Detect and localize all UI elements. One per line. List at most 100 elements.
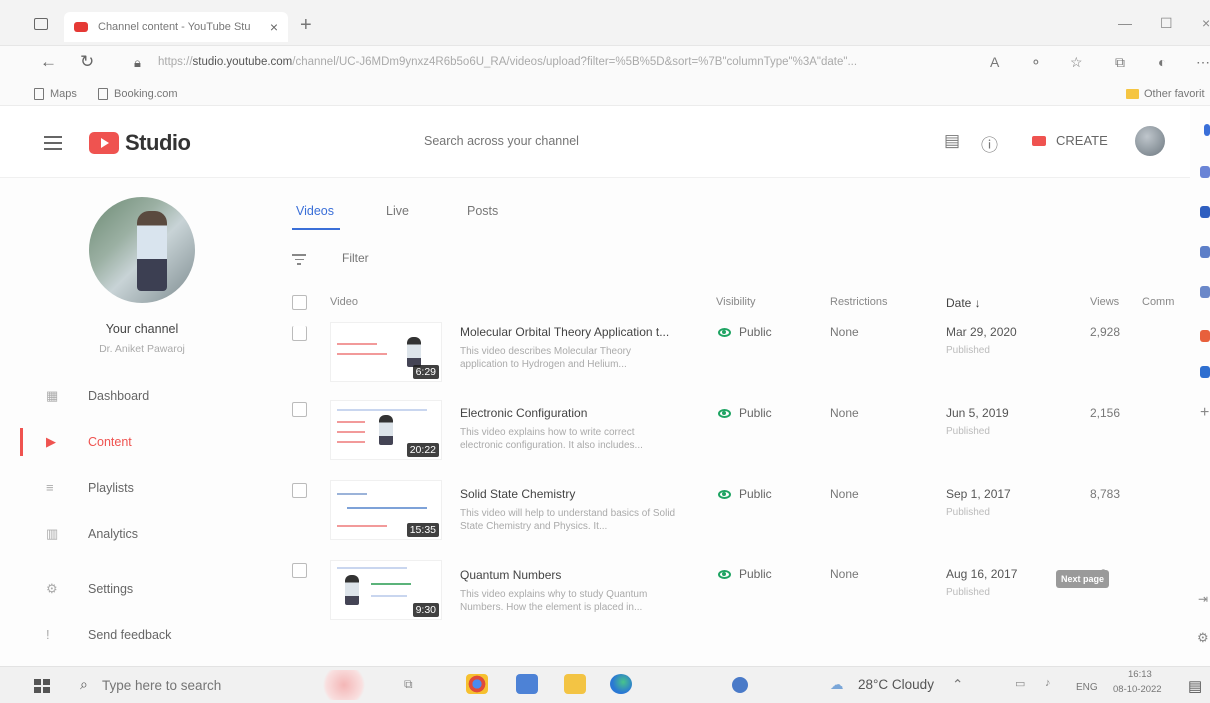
visibility-cell[interactable]: Public bbox=[718, 567, 772, 581]
sidebar-item-dashboard[interactable]: ▦ Dashboard bbox=[20, 382, 260, 410]
url-input[interactable]: https://studio.youtube.com/channel/UC-J6… bbox=[158, 56, 978, 68]
weather-text[interactable]: 28°C Cloudy bbox=[858, 677, 934, 692]
bookmark-other-favorites[interactable]: Other favorit bbox=[1126, 88, 1205, 100]
news-widget-icon[interactable] bbox=[318, 670, 370, 700]
maximize-icon[interactable]: ☐ bbox=[1160, 15, 1173, 32]
extension-icon[interactable]: ⚬ bbox=[1030, 54, 1042, 71]
video-title[interactable]: Molecular Orbital Theory Application t..… bbox=[460, 325, 700, 339]
create-button[interactable]: CREATE bbox=[1032, 133, 1108, 148]
video-duration: 9:30 bbox=[412, 603, 439, 617]
column-date[interactable]: Date ↓ bbox=[946, 296, 981, 310]
task-view-icon[interactable]: ⧉ bbox=[404, 677, 413, 692]
column-restrictions[interactable]: Restrictions bbox=[830, 296, 887, 308]
language-indicator[interactable]: ENG bbox=[1076, 682, 1098, 693]
help-icon[interactable]: ⓘ bbox=[981, 131, 998, 156]
sidebar-item-playlists[interactable]: ≡ Playlists bbox=[20, 474, 260, 502]
channel-avatar[interactable] bbox=[89, 197, 195, 303]
column-visibility[interactable]: Visibility bbox=[716, 296, 756, 308]
video-title[interactable]: Quantum Numbers bbox=[460, 568, 700, 582]
read-aloud-icon[interactable]: A bbox=[990, 54, 999, 70]
weather-icon[interactable]: ☁ bbox=[830, 677, 844, 693]
bookmark-booking[interactable]: Booking.com bbox=[98, 88, 178, 100]
browser-tab[interactable]: Channel content - YouTube Stu × bbox=[64, 12, 288, 42]
views-cell: 2,156 bbox=[1090, 406, 1121, 420]
analytics-icon: ▥ bbox=[46, 526, 59, 541]
restrictions-cell: None bbox=[830, 325, 859, 339]
hide-sidebar-icon[interactable]: ⇥ bbox=[1198, 592, 1208, 606]
profile-icon[interactable]: ◐ bbox=[1158, 54, 1166, 70]
office-icon[interactable] bbox=[1200, 330, 1210, 342]
visibility-cell[interactable]: Public bbox=[718, 487, 772, 501]
search-input[interactable] bbox=[424, 134, 904, 148]
more-icon[interactable]: ⋯ bbox=[1196, 54, 1210, 71]
dashboard-icon: ▦ bbox=[46, 388, 59, 403]
video-thumbnail[interactable]: 6:29 bbox=[330, 322, 442, 382]
column-comments[interactable]: Comm bbox=[1142, 296, 1174, 308]
people-icon[interactable] bbox=[1200, 286, 1210, 298]
collections-icon[interactable]: ⧉ bbox=[1115, 54, 1125, 71]
column-views[interactable]: Views bbox=[1090, 296, 1119, 308]
refresh-icon[interactable]: ↻ bbox=[80, 52, 94, 72]
network-icon[interactable]: ▭ bbox=[1015, 677, 1025, 690]
filter-icon[interactable] bbox=[292, 254, 306, 268]
favorites-icon[interactable]: ☆ bbox=[1070, 54, 1083, 71]
help-app-icon[interactable] bbox=[732, 677, 748, 693]
video-camera-icon bbox=[1032, 135, 1046, 146]
menu-icon[interactable] bbox=[44, 136, 62, 154]
games-icon[interactable] bbox=[1200, 246, 1210, 258]
video-thumbnail[interactable]: 15:35 bbox=[330, 480, 442, 540]
visibility-cell[interactable]: Public bbox=[718, 406, 772, 420]
file-explorer-icon[interactable] bbox=[564, 674, 586, 694]
video-thumbnail[interactable]: 9:30 bbox=[330, 560, 442, 620]
taskbar-search-input[interactable] bbox=[102, 678, 279, 693]
sidebar-item-analytics[interactable]: ▥ Analytics bbox=[20, 520, 260, 548]
date-status: Published bbox=[946, 507, 990, 518]
select-all-checkbox[interactable] bbox=[292, 295, 307, 310]
edge-icon[interactable] bbox=[610, 674, 632, 694]
messages-icon[interactable]: ▤ bbox=[944, 131, 960, 151]
row-checkbox[interactable] bbox=[292, 563, 307, 578]
tab-actions-icon[interactable] bbox=[34, 18, 48, 30]
shopping-icon[interactable] bbox=[1200, 166, 1210, 178]
column-video[interactable]: Video bbox=[330, 296, 358, 308]
video-thumbnail[interactable]: 20:22 bbox=[330, 400, 442, 460]
youtube-logo-icon[interactable] bbox=[89, 132, 119, 154]
tab-posts[interactable]: Posts bbox=[467, 204, 498, 218]
video-title[interactable]: Electronic Configuration bbox=[460, 406, 700, 420]
minimize-icon[interactable]: — bbox=[1118, 15, 1132, 31]
chevron-up-icon[interactable]: ⌃ bbox=[952, 677, 963, 693]
studio-logo-text[interactable]: Studio bbox=[125, 130, 191, 156]
search-sidebar-icon[interactable] bbox=[1204, 124, 1210, 136]
row-checkbox[interactable] bbox=[292, 402, 307, 417]
row-checkbox[interactable] bbox=[292, 326, 307, 341]
sidebar-item-content[interactable]: ▶ Content bbox=[20, 428, 260, 456]
mail-icon[interactable] bbox=[516, 674, 538, 694]
volume-icon[interactable]: ♪ bbox=[1045, 677, 1051, 689]
account-avatar[interactable] bbox=[1135, 126, 1165, 156]
sidebar-item-send-feedback[interactable]: ! Send feedback bbox=[20, 621, 260, 649]
next-page-tooltip: Next page bbox=[1056, 570, 1110, 588]
sidebar-item-settings[interactable]: ⚙ Settings bbox=[20, 575, 260, 603]
notifications-icon[interactable]: ▤ bbox=[1188, 677, 1202, 695]
video-title[interactable]: Solid State Chemistry bbox=[460, 487, 700, 501]
back-icon[interactable]: ← bbox=[40, 52, 57, 72]
row-checkbox[interactable] bbox=[292, 483, 307, 498]
tab-live[interactable]: Live bbox=[386, 204, 409, 218]
tab-close-icon[interactable]: × bbox=[270, 19, 278, 35]
new-tab-icon[interactable]: + bbox=[300, 14, 312, 37]
views-cell: 2,928 bbox=[1090, 325, 1121, 339]
close-window-icon[interactable]: × bbox=[1202, 15, 1210, 31]
bookmark-maps[interactable]: Maps bbox=[34, 88, 77, 100]
chrome-icon[interactable] bbox=[466, 674, 488, 694]
sidebar-settings-icon[interactable]: ⚙ bbox=[1197, 630, 1209, 646]
clock-date[interactable]: 08-10-2022 bbox=[1113, 684, 1162, 695]
outlook-icon[interactable] bbox=[1200, 366, 1210, 378]
lock-icon[interactable]: 🔒︎ bbox=[134, 55, 141, 71]
windows-start-icon[interactable] bbox=[34, 679, 50, 693]
tab-videos[interactable]: Videos bbox=[296, 204, 334, 218]
clock-time[interactable]: 16:13 bbox=[1128, 669, 1152, 680]
visibility-cell[interactable]: Public bbox=[718, 325, 772, 339]
filter-input[interactable] bbox=[342, 251, 497, 265]
tools-icon[interactable] bbox=[1200, 206, 1210, 218]
add-sidebar-icon[interactable]: + bbox=[1200, 404, 1209, 422]
